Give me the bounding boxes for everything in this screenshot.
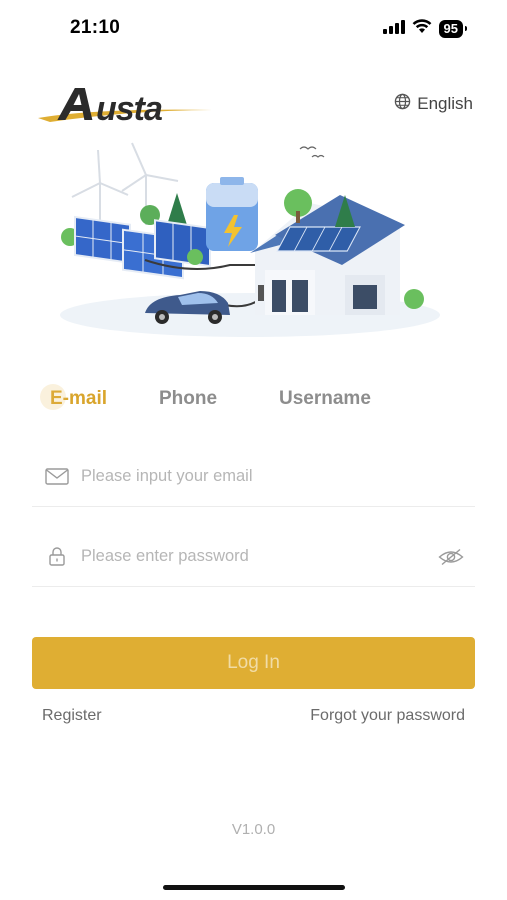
tab-phone[interactable]: Phone <box>159 388 217 410</box>
register-link[interactable]: Register <box>42 707 102 725</box>
globe-icon <box>394 93 411 115</box>
tab-username[interactable]: Username <box>279 388 371 410</box>
austa-logo: usta <box>36 80 216 130</box>
status-bar: 21:10 95 <box>0 0 507 56</box>
language-selector[interactable]: English <box>394 93 473 115</box>
email-input[interactable] <box>81 456 475 497</box>
lock-icon <box>44 547 70 567</box>
password-field-row <box>32 527 475 587</box>
status-time: 21:10 <box>70 17 121 38</box>
solar-house-illustration <box>50 135 460 340</box>
cellular-signal-icon <box>382 19 405 39</box>
tab-email[interactable]: E-mail <box>39 384 107 410</box>
app-version: V1.0.0 <box>231 821 276 838</box>
login-method-tabs: E-mail Phone Username <box>39 384 470 418</box>
home-indicator[interactable] <box>163 885 345 890</box>
svg-text:usta: usta <box>96 90 162 128</box>
language-label: English <box>417 94 473 113</box>
email-field-row <box>32 447 475 507</box>
forgot-password-link[interactable]: Forgot your password <box>310 707 465 725</box>
wifi-icon <box>412 19 432 39</box>
envelope-icon <box>44 467 70 487</box>
password-input[interactable] <box>81 536 437 577</box>
status-icons: 95 <box>382 19 468 39</box>
eye-hidden-icon[interactable] <box>437 547 465 567</box>
login-button[interactable]: Log In <box>32 637 475 689</box>
battery-indicator: 95 <box>438 20 468 38</box>
